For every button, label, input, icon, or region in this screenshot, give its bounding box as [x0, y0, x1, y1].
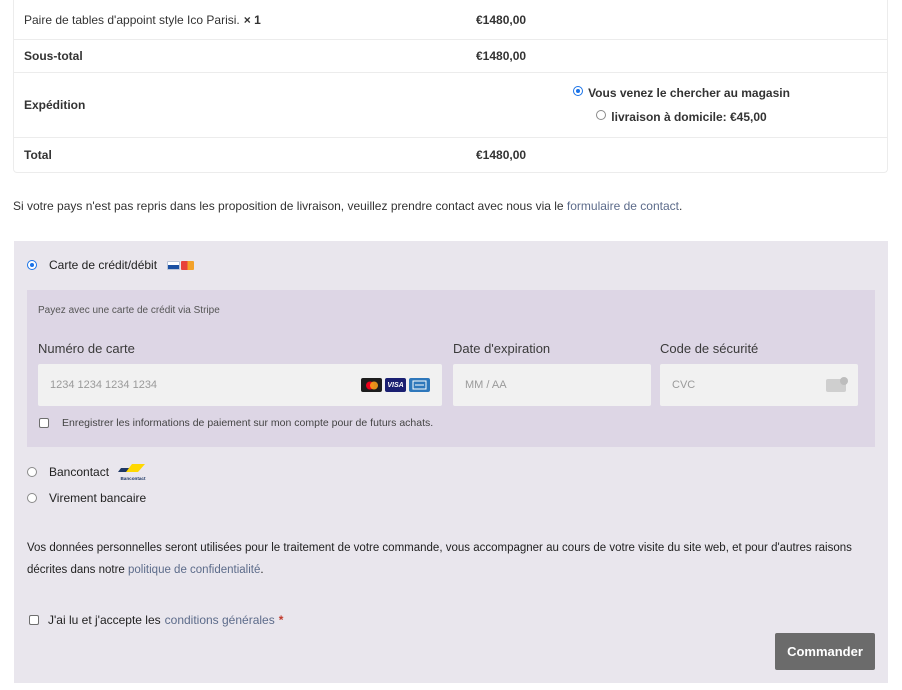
privacy-policy-link[interactable]: politique de confidentialité [128, 564, 260, 576]
privacy-notice: Vos données personnelles seront utilisée… [27, 537, 867, 581]
shipping-pickup-label: Vous venez le chercher au magasin [588, 86, 790, 100]
expiry-label: Date d'expiration [453, 341, 551, 356]
shipping-notice-text: Si votre pays n'est pas repris dans les … [13, 199, 567, 213]
stripe-caption: Payez avec une carte de crédit via Strip… [38, 305, 220, 316]
bancontact-method-radio[interactable] [27, 467, 37, 477]
shipping-pickup-radio[interactable] [573, 86, 584, 96]
terms-acceptance[interactable]: J'ai lu et j'accepte les conditions géné… [29, 613, 283, 627]
cvc-placeholder: CVC [672, 379, 696, 391]
cvc-input[interactable]: CVC [660, 364, 858, 406]
stripe-card-form: Payez avec une carte de crédit via Strip… [27, 290, 875, 447]
visa-mini-icon [167, 260, 181, 270]
shipping-option-pickup[interactable]: Vous venez le chercher au magasin [573, 86, 790, 100]
shipping-delivery-label: livraison à domicile: €45,00 [611, 110, 767, 124]
bancontact-method-label: Bancontact [49, 465, 110, 479]
save-payment-option[interactable]: Enregistrer les informations de paiement… [39, 417, 433, 429]
total-label: Total [24, 148, 52, 162]
expiry-placeholder: MM / AA [465, 379, 507, 391]
summary-row-shipping: Expédition Vous venez le chercher au mag… [14, 72, 887, 137]
bancontact-logo-icon: Bancontact [118, 463, 146, 481]
product-name: Paire de tables d'appoint style Ico Pari… [24, 12, 240, 27]
shipping-options: Vous venez le chercher au magasin livrai… [476, 73, 887, 137]
bancontact-logo-text: Bancontact [121, 476, 146, 481]
payment-panel: Carte de crédit/débit Payez avec une car… [14, 241, 888, 683]
shipping-option-delivery[interactable]: livraison à domicile: €45,00 [596, 110, 767, 124]
shipping-label: Expédition [24, 98, 86, 112]
virement-method-radio[interactable] [27, 493, 37, 503]
terms-link[interactable]: conditions générales [165, 613, 275, 627]
summary-row-product: Paire de tables d'appoint style Ico Pari… [14, 0, 887, 39]
subtotal-label: Sous-total [24, 49, 83, 63]
payment-method-virement[interactable]: Virement bancaire [27, 491, 146, 505]
card-number-label: Numéro de carte [38, 341, 135, 356]
subtotal-value: €1480,00 [476, 49, 527, 63]
card-method-label: Carte de crédit/débit [49, 258, 158, 272]
save-payment-label: Enregistrer les informations de paiement… [62, 417, 434, 429]
cvc-card-icon [826, 377, 848, 392]
order-summary-table: Paire de tables d'appoint style Ico Pari… [13, 0, 888, 173]
card-method-radio[interactable] [27, 260, 37, 270]
product-price: €1480,00 [476, 12, 527, 27]
place-order-button[interactable]: Commander [775, 633, 875, 670]
card-number-placeholder: 1234 1234 1234 1234 [50, 379, 158, 391]
mastercard-icon [361, 378, 382, 392]
shipping-notice-suffix: . [678, 199, 683, 213]
card-brands-icon [167, 260, 195, 270]
card-brand-icons: VISA [361, 378, 430, 392]
contact-form-link[interactable]: formulaire de contact [567, 199, 679, 213]
terms-text: J'ai lu et j'accepte les [48, 613, 161, 627]
summary-row-subtotal: Sous-total €1480,00 [14, 39, 887, 72]
product-quantity: × 1 [243, 12, 261, 27]
amex-icon [409, 378, 430, 392]
summary-row-total: Total €1480,00 [14, 137, 887, 172]
required-marker: * [278, 613, 284, 627]
cvc-label: Code de sécurité [660, 341, 759, 356]
product-cell: Paire de tables d'appoint style Ico Pari… [14, 0, 476, 39]
payment-method-bancontact[interactable]: Bancontact Bancontact [27, 463, 146, 481]
virement-method-label: Virement bancaire [49, 491, 147, 505]
privacy-suffix: . [260, 564, 264, 576]
save-payment-checkbox[interactable] [39, 418, 49, 428]
visa-icon: VISA [385, 378, 406, 392]
payment-method-card[interactable]: Carte de crédit/débit [27, 258, 195, 272]
terms-checkbox[interactable] [29, 615, 39, 625]
shipping-delivery-radio[interactable] [596, 110, 607, 120]
mastercard-mini-icon [181, 260, 195, 270]
card-number-input[interactable]: 1234 1234 1234 1234 VISA [38, 364, 442, 406]
shipping-notice: Si votre pays n'est pas repris dans les … [13, 199, 888, 213]
expiry-input[interactable]: MM / AA [453, 364, 651, 406]
total-value: €1480,00 [476, 148, 527, 162]
